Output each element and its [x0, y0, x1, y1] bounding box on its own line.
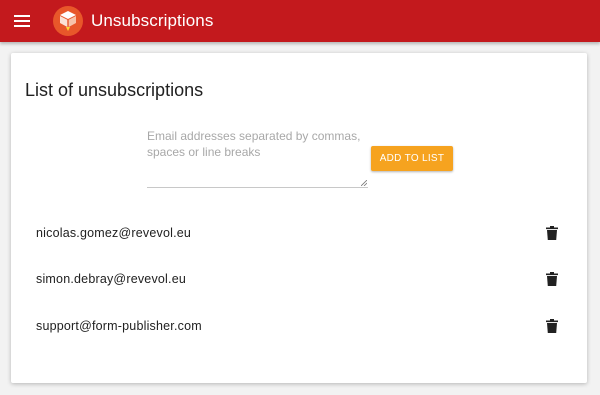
app-logo-icon [53, 6, 83, 36]
list-item: simon.debray@revevol.eu [11, 264, 587, 294]
email-addresses-input[interactable] [147, 126, 368, 188]
list-item: nicolas.gomez@revevol.eu [11, 218, 587, 248]
trash-icon[interactable] [544, 270, 560, 288]
unsubscriptions-card: List of unsubscriptions ADD TO LIST nico… [11, 53, 587, 383]
email-address: simon.debray@revevol.eu [36, 272, 186, 286]
menu-icon[interactable] [11, 10, 33, 32]
trash-icon[interactable] [544, 224, 560, 242]
trash-icon[interactable] [544, 317, 560, 335]
email-address: support@form-publisher.com [36, 319, 202, 333]
app-bar: Unsubscriptions [0, 0, 600, 42]
add-to-list-button[interactable]: ADD TO LIST [371, 146, 453, 171]
app-title: Unsubscriptions [91, 11, 214, 30]
email-address: nicolas.gomez@revevol.eu [36, 226, 192, 240]
list-item: support@form-publisher.com [11, 311, 587, 341]
page-title: List of unsubscriptions [25, 80, 204, 100]
